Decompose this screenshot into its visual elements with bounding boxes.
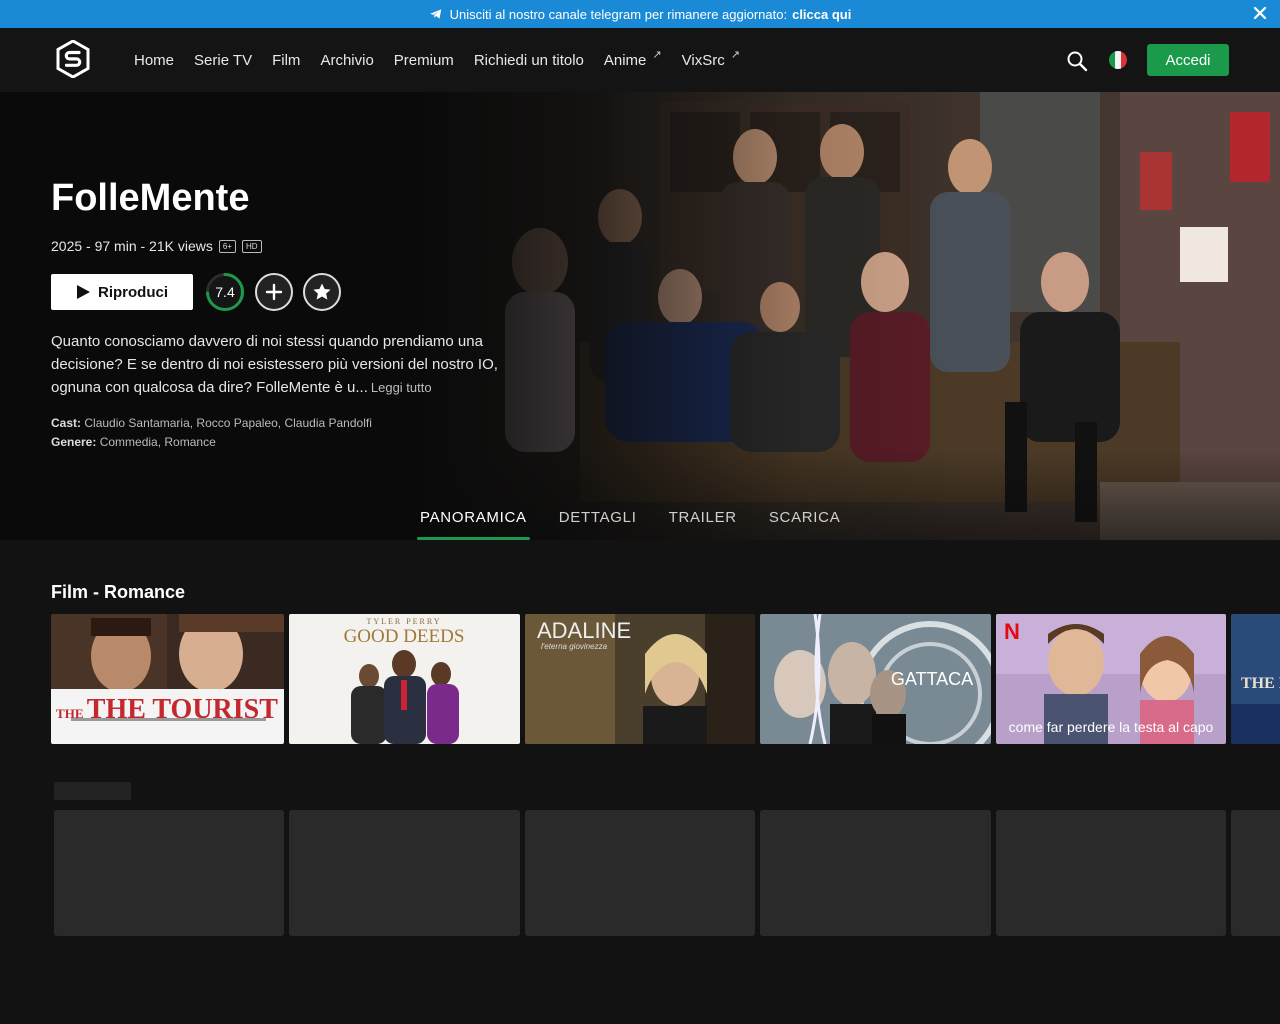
movie-card[interactable]: GATTACA <box>760 614 991 744</box>
movie-title: FolleMente <box>51 177 250 219</box>
hero-actions: Riproduci 7.4 <box>51 272 341 312</box>
movie-card[interactable]: THE LOV <box>1231 614 1280 744</box>
login-button[interactable]: Accedi <box>1147 44 1229 76</box>
row-title: Film - Romance <box>51 582 186 602</box>
svg-text:GATTACA: GATTACA <box>891 669 973 689</box>
star-icon <box>313 283 331 300</box>
movie-meta: 2025 - 97 min - 21K views 6+ HD <box>51 238 262 254</box>
external-link-icon: ↗ <box>730 48 740 61</box>
movie-card[interactable]: N come far perdere la testa al capo <box>996 614 1226 744</box>
movie-card[interactable]: ADALINE l'eterna giovinezza <box>525 614 755 744</box>
romance-carousel: THE THE TOURIST TYLER PERRY GOOD DEEDS A… <box>51 614 1280 744</box>
svg-text:l'eterna giovinezza: l'eterna giovinezza <box>541 642 608 651</box>
tab-panoramica[interactable]: PANORAMICA <box>417 502 530 540</box>
movie-credits: Cast: Claudio Santamaria, Rocco Papaleo,… <box>51 414 372 452</box>
cast-line: Cast: Claudio Santamaria, Rocco Papaleo,… <box>51 416 372 430</box>
poster-the-tourist: THE THE TOURIST <box>51 614 284 744</box>
italian-flag-icon[interactable] <box>1109 51 1127 69</box>
telegram-icon <box>429 9 441 19</box>
hero-section: FolleMente 2025 - 97 min - 21K views 6+ … <box>0 92 1280 540</box>
close-icon[interactable] <box>1252 5 1268 21</box>
skeleton-carousel <box>54 810 1280 936</box>
svg-text:GOOD DEEDS: GOOD DEEDS <box>344 626 465 647</box>
nav-film[interactable]: Film <box>272 52 300 69</box>
genre-line: Genere: Commedia, Romance <box>51 435 216 449</box>
plus-icon <box>265 283 283 301</box>
age-rating-badge: 6+ <box>218 239 236 253</box>
nav-archivio[interactable]: Archivio <box>320 52 373 69</box>
nav-anime[interactable]: Anime ↗ <box>604 49 662 69</box>
skeleton-card <box>54 810 284 936</box>
search-icon[interactable] <box>1066 50 1088 72</box>
poster-adaline: ADALINE l'eterna giovinezza <box>525 614 755 744</box>
site-logo[interactable] <box>56 40 90 78</box>
banner-text: Unisciti al nostro canale telegram per r… <box>449 6 788 22</box>
svg-text:come far perdere la testa al c: come far perdere la testa al capo <box>1009 719 1214 735</box>
hd-badge: HD <box>241 239 262 253</box>
nav-richiedi-titolo[interactable]: Richiedi un titolo <box>474 52 584 69</box>
play-icon <box>77 285 90 299</box>
rating-ring: 7.4 <box>205 272 245 312</box>
skeleton-card <box>1231 810 1280 936</box>
skeleton-card <box>760 810 991 936</box>
poster-come-far-perdere-la-testa: N come far perdere la testa al capo <box>996 614 1226 744</box>
detail-tabs: PANORAMICA DETTAGLI TRAILER SCARICA <box>417 502 872 540</box>
read-more-link[interactable]: Leggi tutto <box>371 380 432 395</box>
skeleton-row-title <box>54 782 131 800</box>
tab-scarica[interactable]: SCARICA <box>769 502 841 540</box>
movie-card[interactable]: THE THE TOURIST <box>51 614 284 744</box>
nav-premium[interactable]: Premium <box>394 52 454 69</box>
nav-home[interactable]: Home <box>134 52 174 69</box>
poster-the-lov: THE LOV <box>1231 614 1280 744</box>
movie-description: Quanto conosciamo davvero di noi stessi … <box>51 333 498 396</box>
svg-text:TYLER PERRY: TYLER PERRY <box>366 617 441 626</box>
skeleton-card <box>289 810 520 936</box>
poster-gattaca: GATTACA <box>760 614 991 744</box>
skeleton-card <box>525 810 755 936</box>
movie-card[interactable]: TYLER PERRY GOOD DEEDS <box>289 614 520 744</box>
add-to-list-button[interactable] <box>255 273 293 311</box>
tab-dettagli[interactable]: DETTAGLI <box>559 502 637 540</box>
nav-serie-tv[interactable]: Serie TV <box>194 52 252 69</box>
external-link-icon: ↗ <box>652 48 662 61</box>
rate-button[interactable] <box>303 273 341 311</box>
netflix-logo: N <box>1004 619 1020 644</box>
banner-link[interactable]: clicca qui <box>792 7 851 22</box>
nav-links: Home Serie TV Film Archivio Premium Rich… <box>134 28 760 92</box>
svg-text:ADALINE: ADALINE <box>537 618 631 643</box>
skeleton-card <box>996 810 1226 936</box>
svg-text:THE LOV: THE LOV <box>1241 675 1280 692</box>
tab-trailer[interactable]: TRAILER <box>669 502 737 540</box>
navbar: Home Serie TV Film Archivio Premium Rich… <box>0 28 1280 92</box>
nav-vixsrc[interactable]: VixSrc ↗ <box>682 49 740 69</box>
play-button[interactable]: Riproduci <box>51 274 193 310</box>
telegram-banner[interactable]: Unisciti al nostro canale telegram per r… <box>0 0 1280 28</box>
poster-good-deeds: TYLER PERRY GOOD DEEDS <box>289 614 520 744</box>
rating-value: 7.4 <box>215 284 235 300</box>
